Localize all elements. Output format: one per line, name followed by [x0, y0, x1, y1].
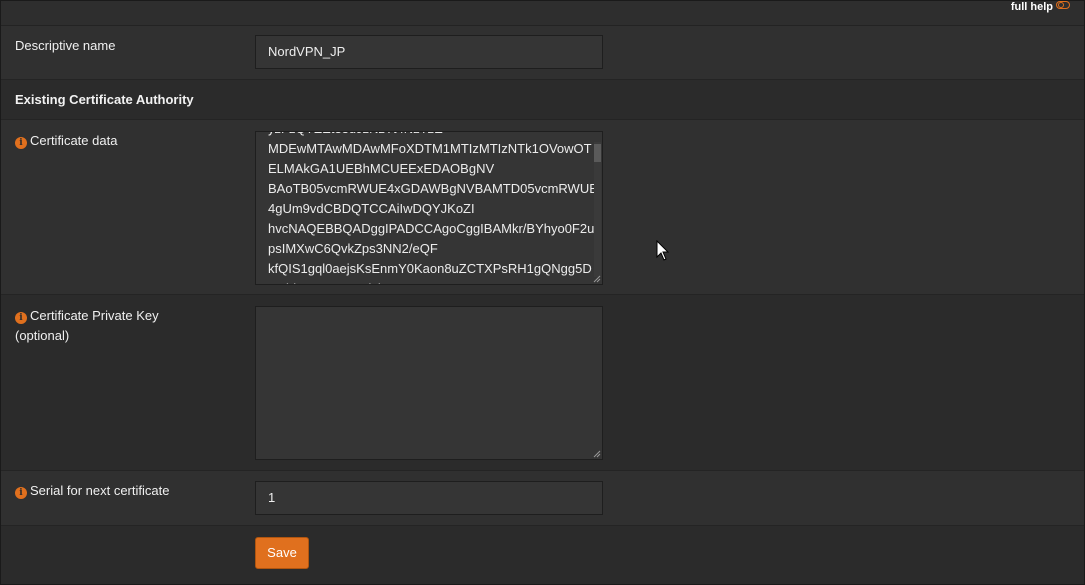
private-key-optional-label: (optional) [15, 328, 70, 343]
actions-row: Save [1, 526, 1084, 584]
private-key-label: Certificate Private Key [30, 308, 159, 323]
private-key-row: i Certificate Private Key (optional) [1, 295, 1084, 471]
certificate-data-line: ELMAkGA1UEBhMCUEExEDAOBgNV [268, 161, 495, 176]
descriptive-name-row: Descriptive name NordVPN_JP [1, 26, 1084, 80]
certificate-data-line: kfQIS1gql0aejsKsEnmY0Kaon8uZCTXPsRH1gQNg… [268, 261, 592, 276]
certificate-data-line: MDEwMTAwMDAwMFoXDTM1MTIzMTIzNTk1OVowOT [268, 141, 592, 156]
panel-header: full help [1, 1, 1084, 26]
certificate-data-label: Certificate data [30, 133, 118, 148]
scrollbar-thumb[interactable] [594, 144, 601, 162]
certificate-data-line: psIMXwC6QvkZps3NN2/eQF [268, 241, 438, 256]
resize-grip-icon[interactable] [593, 450, 601, 458]
serial-label: Serial for next certificate [30, 483, 170, 498]
toggle-icon [1056, 1, 1070, 9]
private-key-textarea[interactable] [255, 306, 603, 460]
resize-grip-icon[interactable] [593, 275, 601, 283]
certificate-data-scrollbar[interactable] [594, 142, 601, 277]
save-button[interactable]: Save [255, 537, 309, 569]
info-icon[interactable]: i [15, 312, 27, 324]
descriptive-name-input[interactable]: NordVPN_JP [255, 35, 603, 69]
certificate-data-line: 4gUm9vdCBDQTCCAiIwDQYJKoZI [268, 201, 475, 216]
certificate-data-label-wrap: i Certificate data [15, 131, 117, 151]
certificate-data-line: 2mbbo7vn5p1gcdcl [268, 279, 598, 284]
serial-label-wrap: i Serial for next certificate [15, 481, 169, 501]
private-key-label-wrap: i Certificate Private Key (optional) [15, 306, 159, 346]
serial-row: i Serial for next certificate 1 [1, 471, 1084, 526]
full-help-label: full help [1010, 1, 1053, 13]
certificate-data-text: yzFzQTEEt33uJzNzTt4NzTzE MDEwMTAwMDAwMFoX… [268, 132, 598, 284]
mouse-cursor-icon [656, 240, 670, 261]
full-help-toggle[interactable]: full help [1011, 1, 1070, 13]
section-title: Existing Certificate Authority [15, 92, 194, 107]
certificate-data-line: BAoTB05vcmRWUE4xGDAWBgNVBAMTD05vcmRWUE [268, 181, 598, 196]
info-icon[interactable]: i [15, 137, 27, 149]
form-panel: full help Descriptive name NordVPN_JP Ex… [0, 0, 1085, 585]
section-header-row: Existing Certificate Authority [1, 80, 1084, 120]
certificate-data-line: yzFzQTEEt33uJzNzTt4NzTzE [268, 132, 598, 139]
certificate-data-textarea[interactable]: yzFzQTEEt33uJzNzTt4NzTzE MDEwMTAwMDAwMFoX… [255, 131, 603, 285]
info-icon[interactable]: i [15, 487, 27, 499]
certificate-data-line: hvcNAQEBBQADggIPADCCAgoCggIBAMkr/BYhyo0F… [268, 221, 595, 236]
certificate-data-row: iCertificate data yzFzQTEEt33uJzNzTt4NzT… [1, 120, 1084, 295]
serial-input[interactable]: 1 [255, 481, 603, 515]
descriptive-name-label: Descriptive name [15, 38, 116, 53]
